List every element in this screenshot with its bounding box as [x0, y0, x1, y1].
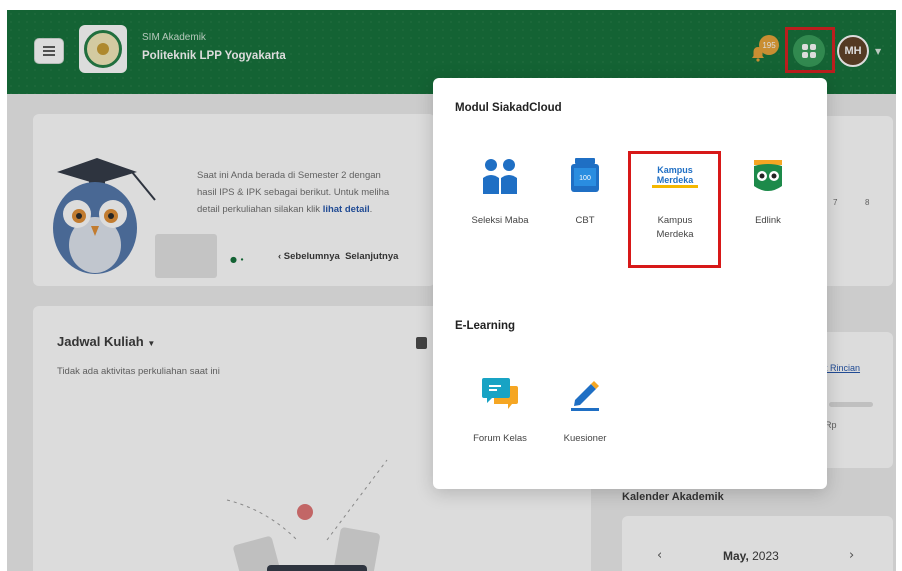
kampus-merdeka-highlight	[628, 151, 721, 268]
module-forum-kelas[interactable]: Forum Kelas	[460, 374, 540, 446]
module-kuesioner[interactable]: Kuesioner	[545, 374, 625, 446]
section-title-siakad: Modul SiakadCloud	[455, 102, 562, 114]
cbt-icon: 100	[565, 156, 605, 196]
module-label: Edlink	[755, 215, 781, 226]
apps-dropdown: Modul SiakadCloud Seleksi Maba 100 CBT K…	[433, 78, 827, 489]
cbt-value: 100	[579, 175, 591, 182]
section-title-elearning: E-Learning	[455, 320, 516, 332]
module-edlink[interactable]: Edlink	[728, 156, 808, 228]
module-label: Forum Kelas	[473, 433, 527, 444]
module-seleksi-maba[interactable]: Seleksi Maba	[460, 156, 540, 228]
pencil-icon	[565, 374, 605, 414]
module-cbt[interactable]: 100 CBT	[545, 156, 625, 228]
module-label: Kuesioner	[563, 433, 607, 444]
app-window: SIM Akademik Politeknik LPP Yogyakarta 1…	[7, 10, 896, 571]
users-icon	[480, 156, 520, 196]
module-label: CBT	[575, 215, 595, 226]
chat-icon	[480, 374, 520, 414]
edlink-owl-icon	[748, 156, 788, 196]
module-label: Seleksi Maba	[471, 215, 529, 226]
